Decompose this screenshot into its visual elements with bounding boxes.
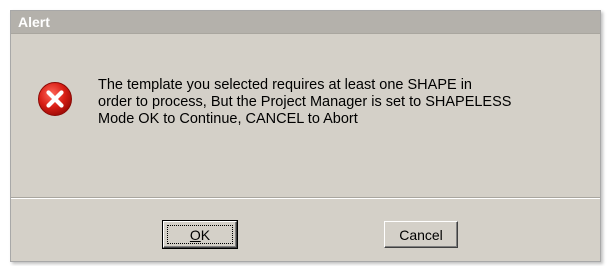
- message-line-3: Mode OK to Continue, CANCEL to Abort: [98, 111, 358, 127]
- dialog-content: The template you selected requires at le…: [11, 34, 600, 196]
- error-icon: [37, 81, 73, 117]
- error-icon-graphic: [38, 82, 72, 116]
- cancel-button[interactable]: Cancel: [384, 221, 458, 248]
- message-line-2: order to process, But the Project Manage…: [98, 94, 512, 110]
- button-separator: [11, 197, 600, 199]
- title-bar[interactable]: Alert: [11, 11, 600, 34]
- ok-button[interactable]: OK: [162, 220, 238, 249]
- message-line-1: The template you selected requires at le…: [98, 77, 472, 93]
- window-title: Alert: [18, 14, 50, 30]
- ok-mnemonic: O: [189, 226, 201, 243]
- alert-dialog: Alert The template you selected requires…: [10, 10, 601, 262]
- ok-label-rest: K: [200, 226, 211, 243]
- cancel-label: Cancel: [399, 226, 443, 243]
- alert-message: The template you selected requires at le…: [98, 77, 578, 128]
